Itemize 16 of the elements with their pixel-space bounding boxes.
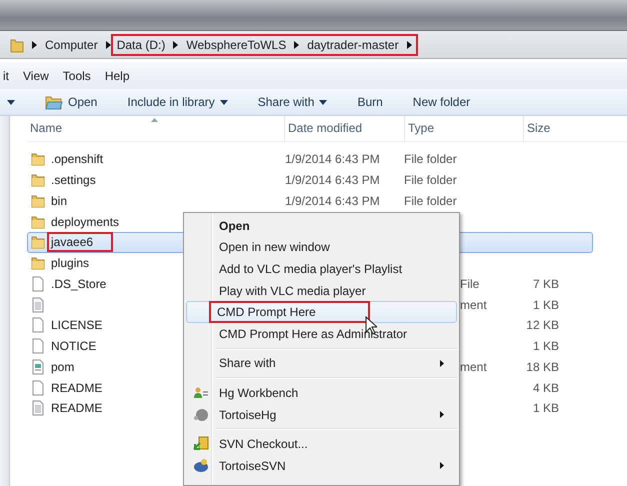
file-size: 1 KB <box>532 298 559 312</box>
file-size: 12 KB <box>526 318 559 332</box>
file-type: File folder <box>404 152 457 166</box>
date-modified: 1/9/2014 6:43 PM <box>285 152 380 166</box>
file-size: 4 KB <box>532 380 559 395</box>
file-size: 18 KB <box>526 360 559 374</box>
file-type: ment <box>460 360 487 374</box>
file-type: ment <box>460 298 487 312</box>
file-type: File folder <box>404 173 457 188</box>
file-size: 1 KB <box>532 401 559 416</box>
date-modified: 1/9/2014 6:43 PM <box>285 173 380 188</box>
file-type: File folder <box>404 194 457 208</box>
file-size: 1 KB <box>532 339 559 354</box>
date-modified: 1/9/2014 6:43 PM <box>285 194 380 208</box>
file-type: File <box>460 276 480 291</box>
file-size: 7 KB <box>532 276 559 291</box>
